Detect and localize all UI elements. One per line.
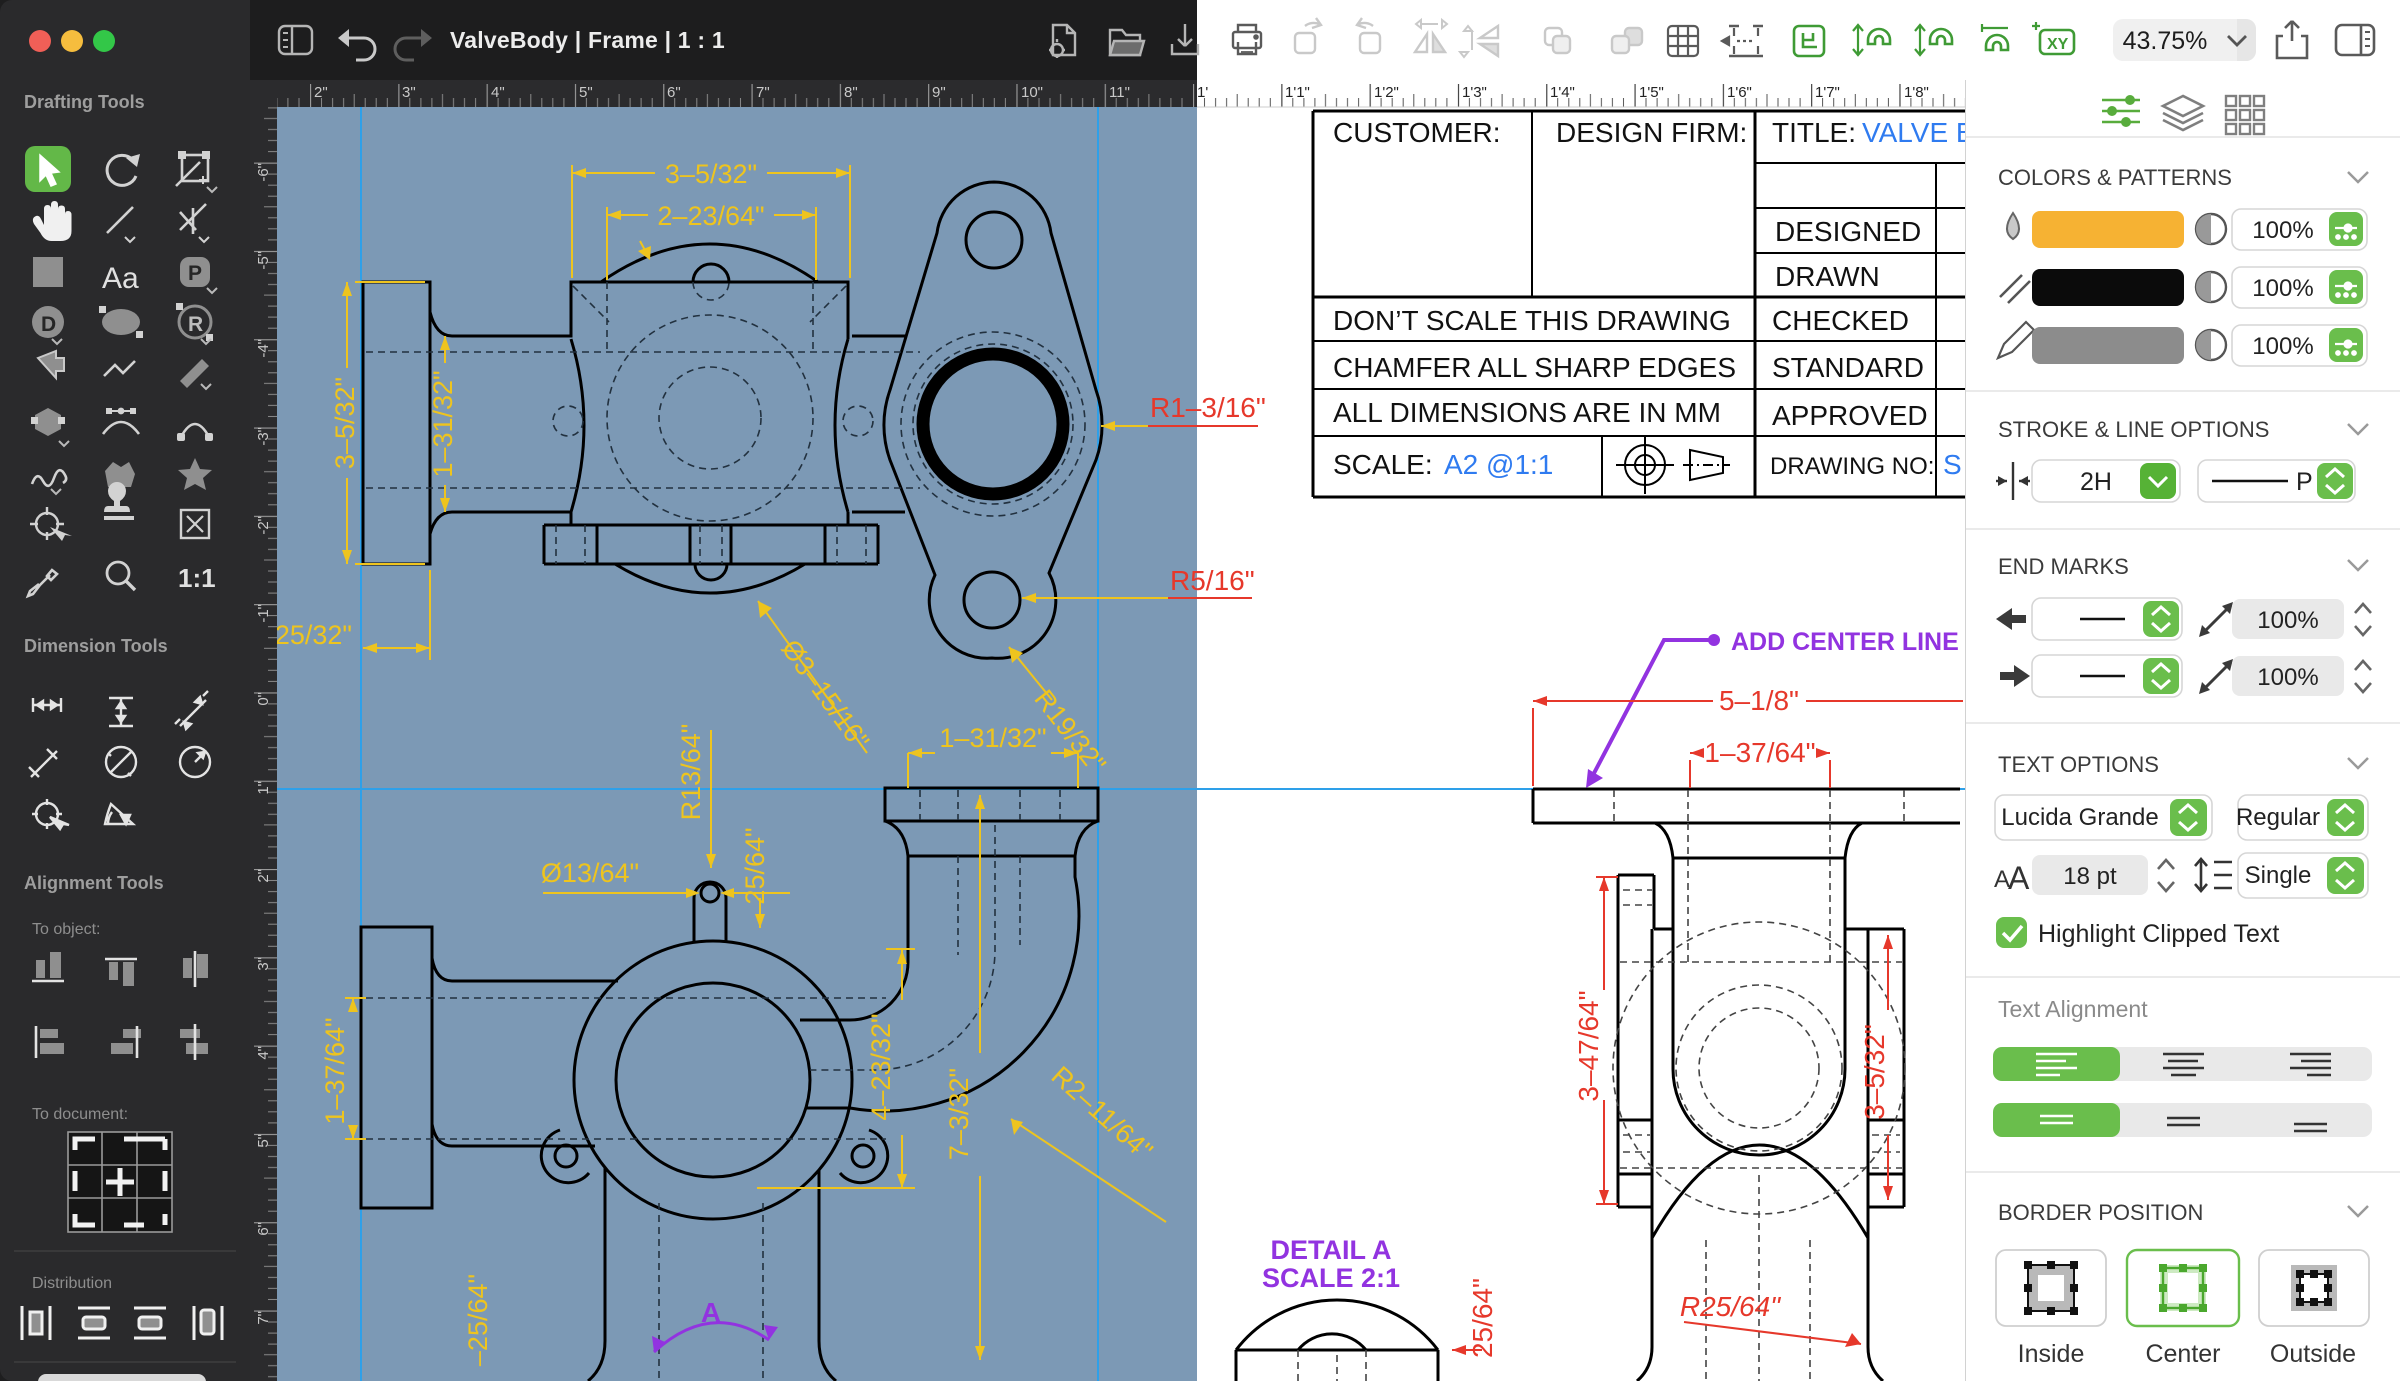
svg-text:COLORS & PATTERNS: COLORS & PATTERNS [1998,165,2232,190]
svg-text:2H: 2H [2080,468,2112,496]
svg-text:Single: Single [2245,862,2312,889]
svg-text:100%: 100% [2252,333,2313,360]
svg-text:100%: 100% [2257,607,2318,634]
svg-text:Regular: Regular [2236,804,2320,831]
svg-text:100%: 100% [2257,664,2318,691]
svg-text:Center: Center [2145,1340,2220,1368]
svg-text:Highlight Clipped Text: Highlight Clipped Text [2038,920,2279,948]
svg-text:STROKE & LINE OPTIONS: STROKE & LINE OPTIONS [1998,417,2269,442]
svg-text:A: A [2008,860,2030,896]
svg-text:Text Alignment: Text Alignment [1998,996,2148,1022]
svg-text:Lucida Grande: Lucida Grande [2001,804,2158,831]
svg-text:TEXT OPTIONS: TEXT OPTIONS [1998,752,2159,777]
svg-text:100%: 100% [2252,275,2313,302]
svg-text:18 pt: 18 pt [2063,863,2117,890]
svg-text:P: P [2296,468,2313,496]
svg-text:END MARKS: END MARKS [1998,554,2129,579]
svg-text:Outside: Outside [2270,1340,2356,1368]
svg-text:100%: 100% [2252,217,2313,244]
svg-text:Inside: Inside [2018,1340,2085,1368]
svg-text:BORDER POSITION: BORDER POSITION [1998,1200,2203,1225]
